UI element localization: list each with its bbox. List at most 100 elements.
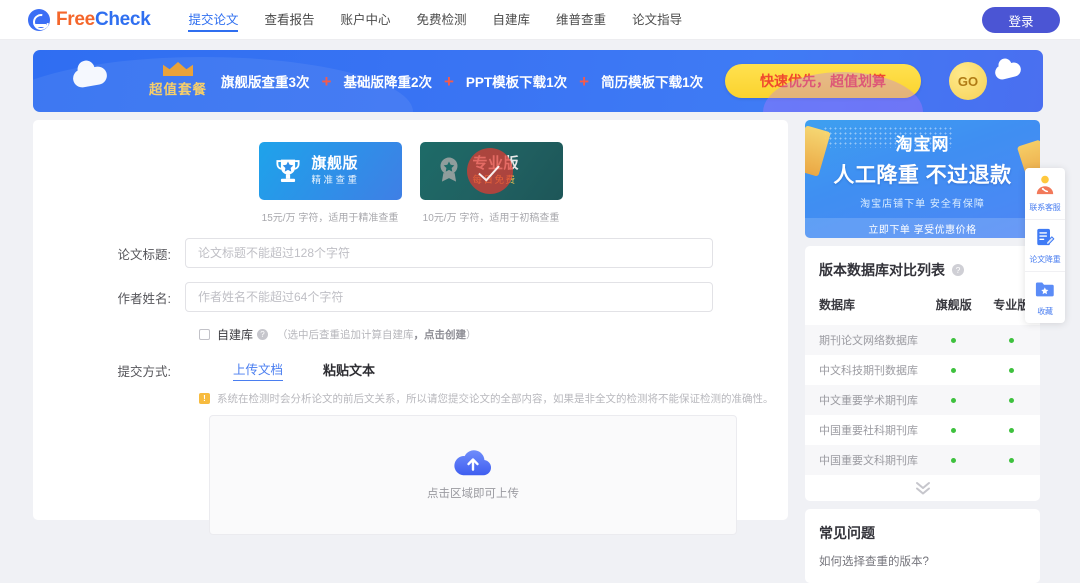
version-flagship-price: 15元/万 字符，适用于精准查重 — [261, 213, 399, 224]
file-upload-dropzone[interactable]: 点击区域即可上传 — [209, 415, 737, 535]
cloud-decoration-right-icon — [993, 61, 1023, 81]
plus-icon-3: + — [579, 71, 590, 91]
table-row: 中文科技期刊数据库 — [805, 355, 1040, 385]
submit-notice-text: 系统在检测时会分析论文的前后文关系，所以请您提交论文的全部内容，如果是非全文的检… — [217, 393, 774, 405]
self-library-row: 自建库 ? （选中后查重追加计算自建库，点击创建） — [199, 326, 788, 343]
trophy-icon — [275, 159, 300, 182]
ad-cta-strip[interactable]: 立即下单 享受优惠价格 — [805, 218, 1040, 238]
banner-benefit-3: PPT模板下载1次 — [465, 75, 568, 90]
float-label-customer-service: 联系客服 — [1029, 203, 1061, 212]
author-name-input[interactable] — [185, 282, 713, 312]
paper-title-row: 论文标题: — [33, 238, 788, 268]
right-sidebar: 淘宝网 人工降重 不过退款 淘宝店铺下单 安全有保障 立即下单 享受优惠价格 版… — [805, 120, 1040, 583]
nav-item-view-report[interactable]: 查看报告 — [264, 0, 314, 40]
compare-row-name: 中国重要社科期刊库 — [819, 425, 918, 437]
compare-cell-flagship — [925, 445, 983, 475]
package-badge: 超值套餐 — [133, 62, 223, 98]
self-library-checkbox[interactable] — [199, 329, 210, 340]
ad-line-3: 淘宝店铺下单 安全有保障 — [860, 199, 985, 210]
faq-question[interactable]: 如何选择查重的版本? — [819, 553, 1026, 569]
nav-item-self-library[interactable]: 自建库 — [493, 0, 531, 40]
banner-benefit-2: 基础版降重2次 — [343, 75, 432, 90]
favorite-folder-icon — [1035, 282, 1054, 297]
table-row: 中国重要文科期刊库 — [805, 445, 1040, 475]
compare-table-head: 数据库 旗舰版 专业版 — [805, 292, 1040, 325]
submit-method-row: 提交方式: 上传文档 粘贴文本 — [33, 359, 788, 381]
crown-icon — [163, 62, 193, 76]
version-flagship-subtitle: 精准查重 — [311, 174, 360, 186]
self-library-hint-post: ） — [466, 329, 477, 341]
self-library-create-link[interactable]: ，点击创建 — [414, 329, 467, 341]
cloud-upload-icon — [454, 450, 492, 476]
nav-item-paper-guidance[interactable]: 论文指导 — [632, 0, 682, 40]
version-flagship-labels: 旗舰版 精准查重 — [312, 155, 360, 186]
version-compare-table: 数据库 旗舰版 专业版 期刊论文网络数据库 中文科技期刊数据库 中文重要学术期刊… — [805, 292, 1040, 475]
compare-cell-professional — [983, 325, 1041, 355]
ad-line-2: 人工降重 不过退款 — [833, 164, 1012, 187]
version-card-professional[interactable]: 专业版 每日免费 — [419, 142, 563, 200]
compare-row-name: 期刊论文网络数据库 — [819, 335, 918, 347]
faq-title: 常见问题 — [819, 525, 875, 541]
tab-upload-document[interactable]: 上传文档 — [233, 359, 284, 381]
nav-item-account-center[interactable]: 账户中心 — [341, 0, 391, 40]
check-dot-icon — [1008, 338, 1014, 343]
version-professional-price: 10元/万 字符，适用于初稿查重 — [422, 213, 560, 224]
expand-table-button[interactable] — [805, 475, 1040, 501]
compare-row-name: 中文科技期刊数据库 — [819, 365, 918, 377]
check-dot-icon — [951, 368, 957, 373]
help-icon-self-library[interactable]: ? — [257, 329, 269, 340]
table-row: 期刊论文网络数据库 — [805, 325, 1040, 355]
compare-header-row: 数据库 旗舰版 专业版 — [805, 292, 1040, 325]
float-item-paper-reduce[interactable]: 论文降重 — [1025, 220, 1065, 272]
banner-benefit-1: 旗舰版查重3次 — [221, 75, 310, 90]
version-compare-header: 版本数据库对比列表 ? — [805, 260, 1040, 292]
compare-cell-flagship — [925, 325, 983, 355]
login-button[interactable]: 登录 — [982, 7, 1060, 33]
compare-row-name: 中文重要学术期刊库 — [819, 395, 918, 407]
float-item-customer-service[interactable]: 联系客服 — [1025, 168, 1065, 220]
customer-service-icon — [1036, 175, 1054, 195]
compare-col-flagship: 旗舰版 — [935, 298, 972, 312]
floating-side-widget: 联系客服 论文降重 收藏 — [1025, 168, 1065, 323]
version-option-professional[interactable]: 专业版 每日免费 10元/万 字符，适用于初稿查重 — [419, 142, 563, 224]
logo-free-text: Free — [56, 8, 95, 30]
help-icon-compare[interactable]: ? — [952, 264, 964, 276]
tab-paste-text[interactable]: 粘贴文本 — [323, 360, 375, 381]
check-dot-icon — [951, 338, 957, 343]
promo-banner[interactable]: 超值套餐 旗舰版查重3次 + 基础版降重2次 + PPT模板下载1次 + 简历模… — [33, 50, 1043, 112]
nav-item-weipu-check[interactable]: 维普查重 — [556, 0, 606, 40]
free-daily-stamp-icon — [466, 148, 513, 194]
author-name-row: 作者姓名: — [33, 282, 788, 312]
compare-cell-professional — [983, 445, 1041, 475]
compare-cell-professional — [983, 415, 1041, 445]
taobao-ad-banner[interactable]: 淘宝网 人工降重 不过退款 淘宝店铺下单 安全有保障 立即下单 享受优惠价格 — [805, 120, 1040, 238]
table-row: 中文重要学术期刊库 — [805, 385, 1040, 415]
submit-paper-panel: 旗舰版 精准查重 15元/万 字符，适用于精准查重 专业版 每日免费 10元/ — [33, 120, 788, 535]
compare-table-body: 期刊论文网络数据库 中文科技期刊数据库 中文重要学术期刊库 中国重要社科期刊库 — [805, 325, 1040, 475]
float-item-favorite[interactable]: 收藏 — [1025, 272, 1065, 323]
version-option-flagship[interactable]: 旗舰版 精准查重 15元/万 字符，适用于精准查重 — [258, 142, 402, 224]
check-dot-icon — [1008, 398, 1014, 403]
version-compare-panel: 版本数据库对比列表 ? 数据库 旗舰版 专业版 期刊论文网络数据库 中文科技期刊… — [805, 246, 1040, 501]
plus-icon-2: + — [443, 71, 454, 91]
nav-item-free-check[interactable]: 免费检测 — [417, 0, 467, 40]
logo[interactable]: FreeCheck — [28, 8, 151, 31]
chevron-double-down-glyph — [915, 482, 930, 495]
logo-text: FreeCheck — [56, 8, 151, 31]
banner-cta-button[interactable]: 快速优先，超值划算 — [725, 64, 921, 98]
app-header: FreeCheck 提交论文 查看报告 账户中心 免费检测 自建库 维普查重 论… — [0, 0, 1080, 40]
submit-method-label: 提交方式: — [117, 364, 171, 379]
check-dot-icon — [951, 428, 957, 433]
paper-title-input[interactable] — [185, 238, 713, 268]
warning-icon: ! — [199, 393, 210, 404]
submit-method-tabs: 上传文档 粘贴文本 — [233, 359, 375, 381]
check-dot-icon — [1008, 428, 1014, 433]
version-card-flagship[interactable]: 旗舰版 精准查重 — [258, 142, 402, 200]
faq-panel: 常见问题 如何选择查重的版本? — [805, 509, 1040, 583]
check-dot-icon — [1008, 458, 1014, 463]
compare-row-name: 中国重要文科期刊库 — [819, 455, 918, 467]
upload-hint-text: 点击区域即可上传 — [427, 488, 519, 500]
nav-item-submit-paper[interactable]: 提交论文 — [188, 0, 239, 40]
version-compare-title: 版本数据库对比列表 — [819, 262, 945, 278]
banner-go-button[interactable]: GO — [949, 62, 987, 100]
